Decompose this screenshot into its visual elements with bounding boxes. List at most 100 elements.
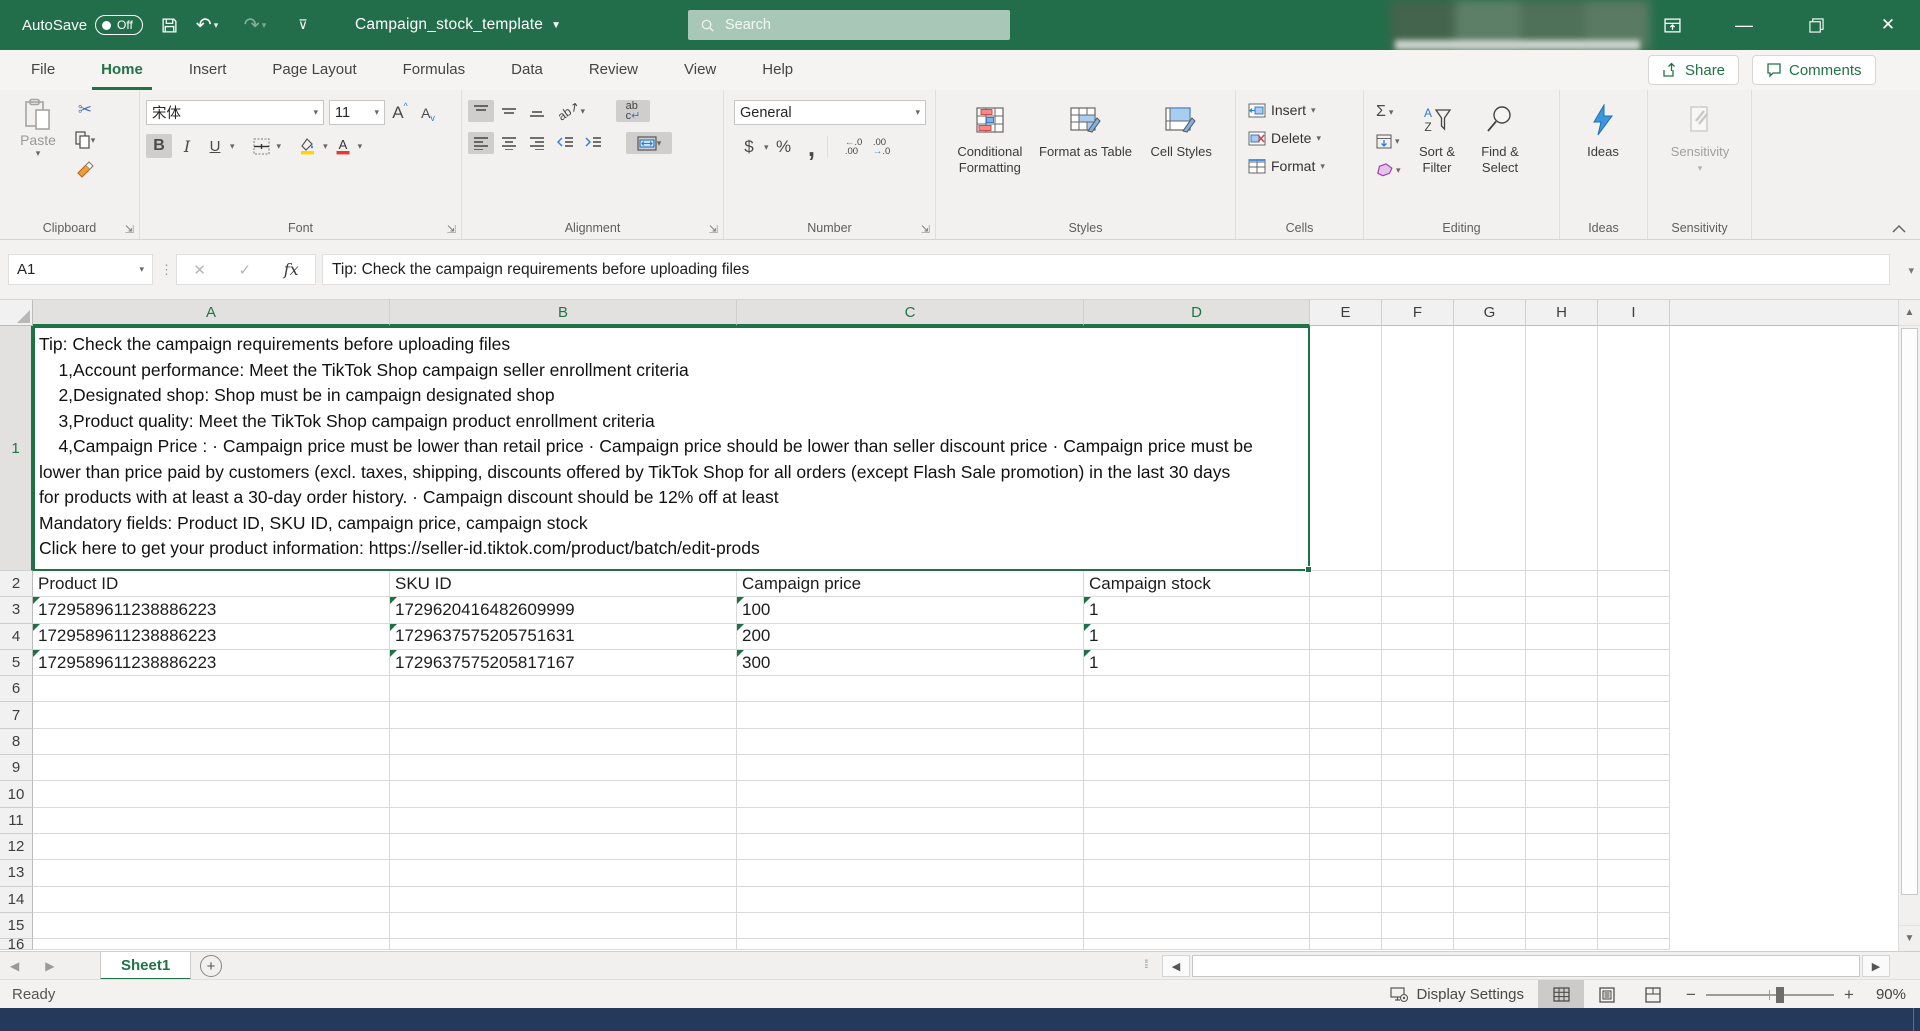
- cell-G16[interactable]: [1454, 939, 1526, 950]
- cell-C2[interactable]: Campaign price: [737, 571, 1084, 597]
- row-header-6[interactable]: 6: [0, 676, 33, 702]
- cell-E11[interactable]: [1310, 808, 1382, 834]
- vertical-scrollbar[interactable]: ▲ ▼: [1898, 300, 1920, 951]
- cell-x7[interactable]: [1670, 702, 1898, 728]
- row-header-13[interactable]: 13: [0, 860, 33, 886]
- cell-G15[interactable]: [1454, 913, 1526, 939]
- cell-I13[interactable]: [1598, 860, 1670, 886]
- cell-G2[interactable]: [1454, 571, 1526, 597]
- cell-A7[interactable]: [33, 702, 390, 728]
- ribbon-display-options-button[interactable]: [1640, 0, 1704, 50]
- cell-I14[interactable]: [1598, 887, 1670, 913]
- cell-x2[interactable]: [1670, 571, 1898, 597]
- tab-review[interactable]: Review: [566, 50, 661, 90]
- cell-C15[interactable]: [737, 913, 1084, 939]
- cell-I9[interactable]: [1598, 755, 1670, 781]
- sensitivity-button[interactable]: Sensitivity ▾: [1654, 96, 1746, 176]
- conditional-formatting-button[interactable]: Conditional Formatting: [942, 96, 1038, 215]
- horizontal-scrollbar[interactable]: ◀ ▶: [1162, 955, 1890, 977]
- copy-button[interactable]: ▾: [72, 128, 98, 152]
- clear-button[interactable]: ▾: [1376, 158, 1402, 182]
- cell-H16[interactable]: [1526, 939, 1598, 950]
- column-header-c[interactable]: C: [737, 300, 1084, 326]
- cell-E9[interactable]: [1310, 755, 1382, 781]
- scroll-up-arrow[interactable]: ▲: [1899, 300, 1920, 326]
- cell-A13[interactable]: [33, 860, 390, 886]
- cell-D15[interactable]: [1084, 913, 1310, 939]
- cell-A15[interactable]: [33, 913, 390, 939]
- tab-view[interactable]: View: [661, 50, 739, 90]
- cell-G11[interactable]: [1454, 808, 1526, 834]
- cell-I16[interactable]: [1598, 939, 1670, 950]
- chevron-down-icon[interactable]: ▾: [277, 141, 282, 152]
- cell-x1[interactable]: [1670, 326, 1898, 571]
- chevron-down-icon[interactable]: ▾: [358, 141, 363, 152]
- cell-H2[interactable]: [1526, 571, 1598, 597]
- clipboard-dialog-launcher-icon[interactable]: ⇲: [125, 223, 134, 236]
- delete-cells-button[interactable]: Delete▾: [1242, 124, 1357, 152]
- format-cells-button[interactable]: Format▾: [1242, 152, 1357, 180]
- cell-H5[interactable]: [1526, 650, 1598, 676]
- cell-B11[interactable]: [390, 808, 737, 834]
- cell-E10[interactable]: [1310, 781, 1382, 807]
- middle-align-button[interactable]: [496, 100, 522, 122]
- increase-decimal-button[interactable]: ←.0.00: [841, 135, 867, 159]
- cell-H15[interactable]: [1526, 913, 1598, 939]
- column-header-e[interactable]: E: [1310, 300, 1382, 326]
- tab-help[interactable]: Help: [739, 50, 816, 90]
- format-painter-button[interactable]: [72, 158, 98, 182]
- cell-F1[interactable]: [1382, 326, 1454, 571]
- cell-F3[interactable]: [1382, 597, 1454, 623]
- accounting-format-button[interactable]: $: [736, 135, 762, 159]
- column-header-b[interactable]: B: [390, 300, 737, 326]
- cell-E2[interactable]: [1310, 571, 1382, 597]
- zoom-in-button[interactable]: +: [1834, 985, 1864, 1005]
- close-button[interactable]: ✕: [1856, 0, 1920, 50]
- previous-sheet-arrow[interactable]: ◀: [10, 959, 19, 973]
- borders-button[interactable]: [249, 134, 275, 158]
- cell-C5[interactable]: 300: [737, 650, 1084, 676]
- insert-function-icon[interactable]: fx: [284, 260, 299, 279]
- new-sheet-button[interactable]: +: [200, 955, 222, 977]
- name-box-resize-handle[interactable]: ⋮: [160, 262, 173, 278]
- enter-icon[interactable]: ✓: [239, 261, 252, 279]
- cell-I3[interactable]: [1598, 597, 1670, 623]
- cell-styles-button[interactable]: Cell Styles: [1133, 96, 1229, 215]
- cell-D5[interactable]: 1: [1084, 650, 1310, 676]
- cell-F13[interactable]: [1382, 860, 1454, 886]
- cell-G5[interactable]: [1454, 650, 1526, 676]
- center-button[interactable]: [496, 132, 522, 154]
- page-layout-view-button[interactable]: [1584, 980, 1630, 1009]
- cell-H6[interactable]: [1526, 676, 1598, 702]
- cell-D3[interactable]: 1: [1084, 597, 1310, 623]
- tab-home[interactable]: Home: [78, 50, 166, 90]
- bold-button[interactable]: B: [146, 134, 172, 158]
- cell-x3[interactable]: [1670, 597, 1898, 623]
- italic-button[interactable]: I: [174, 134, 200, 158]
- cell-E8[interactable]: [1310, 729, 1382, 755]
- font-dialog-launcher-icon[interactable]: ⇲: [447, 223, 456, 236]
- cell-I1[interactable]: [1598, 326, 1670, 571]
- cell-D9[interactable]: [1084, 755, 1310, 781]
- cell-E7[interactable]: [1310, 702, 1382, 728]
- paste-button[interactable]: Paste ▾: [10, 98, 66, 206]
- cell-D10[interactable]: [1084, 781, 1310, 807]
- scroll-right-arrow[interactable]: ▶: [1862, 955, 1890, 977]
- cell-E4[interactable]: [1310, 624, 1382, 650]
- cell-B13[interactable]: [390, 860, 737, 886]
- undo-button[interactable]: ↶▾: [190, 0, 224, 50]
- cell-G4[interactable]: [1454, 624, 1526, 650]
- cell-B7[interactable]: [390, 702, 737, 728]
- autosave-toggle[interactable]: AutoSave Off: [22, 0, 143, 50]
- restore-button[interactable]: [1784, 0, 1848, 50]
- cell-D2[interactable]: Campaign stock: [1084, 571, 1310, 597]
- cell-G9[interactable]: [1454, 755, 1526, 781]
- cell-C7[interactable]: [737, 702, 1084, 728]
- cell-E12[interactable]: [1310, 834, 1382, 860]
- cell-F5[interactable]: [1382, 650, 1454, 676]
- align-left-button[interactable]: [468, 132, 494, 154]
- cell-A14[interactable]: [33, 887, 390, 913]
- windows-taskbar[interactable]: [0, 1008, 1920, 1031]
- cell-x11[interactable]: [1670, 808, 1898, 834]
- font-color-button[interactable]: A: [330, 134, 356, 158]
